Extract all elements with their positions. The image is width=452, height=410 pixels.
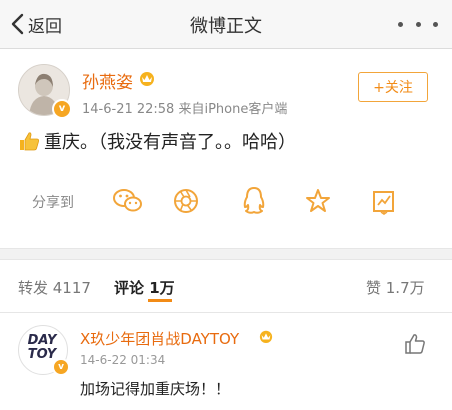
post-author-name[interactable]: 孙燕姿 xyxy=(82,68,133,93)
tab-reposts[interactable]: 转发 4117 xyxy=(18,277,91,298)
moments-icon[interactable] xyxy=(168,183,204,219)
tab-likes[interactable]: 赞 1.7万 xyxy=(366,277,425,298)
active-tab-indicator xyxy=(148,299,172,302)
comment-vip-crown-icon xyxy=(259,330,273,343)
follow-button[interactable]: +关注 xyxy=(358,72,428,102)
tab-comments[interactable]: 评论 1万 xyxy=(114,277,175,298)
comment-author-name[interactable]: X玖少年团肖战DAYTOY xyxy=(80,328,239,349)
edit-note-icon[interactable] xyxy=(366,183,402,219)
thumbs-up-icon xyxy=(20,132,39,151)
post-text: 重庆。（我没有声音了。。哈哈） xyxy=(18,128,296,154)
post-meta: 14-6-21 22:58 来自iPhone客户端 xyxy=(82,102,288,117)
share-label: 分享到 xyxy=(32,195,74,211)
post-body-text: 重庆。（我没有声音了。。哈哈） xyxy=(44,132,296,153)
verified-badge-icon: v xyxy=(52,99,72,119)
qq-icon[interactable] xyxy=(236,183,272,219)
comment-text: 加场记得加重庆场！！ xyxy=(80,380,231,398)
page-title: 微博正文 xyxy=(190,16,262,37)
comment-verified-badge-icon: v xyxy=(52,358,70,376)
vip-crown-icon xyxy=(140,72,154,86)
wechat-icon[interactable] xyxy=(110,183,146,219)
more-options-icon[interactable] xyxy=(398,12,438,36)
section-divider xyxy=(0,248,452,260)
comment-time: 14-6-22 01:34 xyxy=(80,353,166,367)
favorite-star-icon[interactable] xyxy=(300,183,336,219)
like-icon[interactable] xyxy=(404,333,426,355)
tabs-divider xyxy=(0,312,452,313)
